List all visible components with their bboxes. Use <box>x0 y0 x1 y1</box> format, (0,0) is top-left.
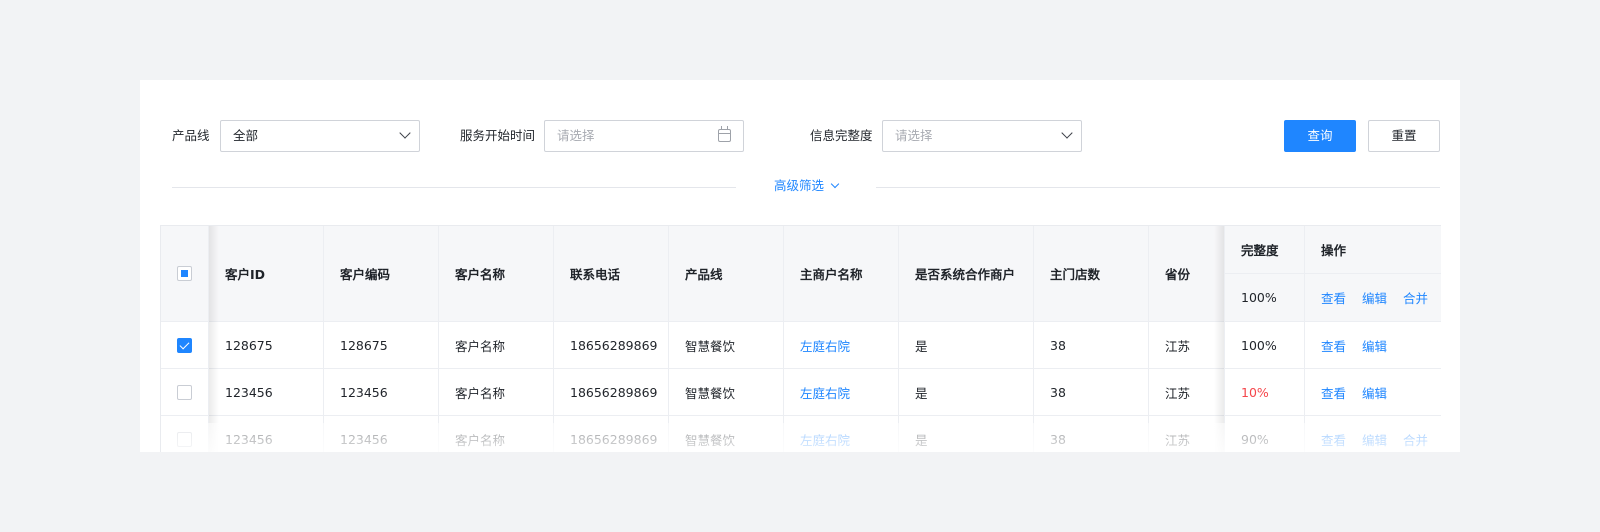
info-completeness-placeholder: 请选择 <box>895 128 933 143</box>
cell-product-line: 智慧餐饮 <box>669 369 784 416</box>
cell-product-line: 智慧餐饮 <box>669 416 784 452</box>
row-checkbox[interactable] <box>177 337 192 353</box>
header-completeness-value: 100% <box>1225 274 1305 322</box>
cell-province: 江苏 <box>1149 369 1225 416</box>
header-store-count[interactable]: 主门店数 <box>1034 226 1149 322</box>
header-actions-cell: 查看 编辑 合并 <box>1305 274 1441 322</box>
cell-store-count: 38 <box>1034 416 1149 452</box>
chevron-down-icon <box>1061 127 1073 139</box>
info-completeness-label: 信息完整度 <box>810 128 873 143</box>
cell-customer-id: 123456 <box>209 416 324 452</box>
merchant-link[interactable]: 左庭右院 <box>800 336 850 355</box>
cell-store-count: 38 <box>1034 369 1149 416</box>
cell-customer-id: 123456 <box>209 369 324 416</box>
advanced-filter-label: 高级筛选 <box>774 178 825 193</box>
cell-phone: 18656289869 <box>554 369 669 416</box>
advanced-filter-toggle[interactable]: 高级筛选 <box>774 176 840 196</box>
merge-link[interactable]: 合并 <box>1403 430 1428 449</box>
cell-customer-code: 123456 <box>324 416 439 452</box>
view-link[interactable]: 查看 <box>1321 383 1346 402</box>
cell-product-line: 智慧餐饮 <box>669 322 784 369</box>
cell-merchant-name: 左庭右院 <box>784 322 899 369</box>
edit-link[interactable]: 编辑 <box>1362 336 1387 355</box>
cell-customer-name: 客户名称 <box>439 322 554 369</box>
edit-link[interactable]: 编辑 <box>1362 288 1387 307</box>
cell-customer-name: 客户名称 <box>439 369 554 416</box>
cell-is-partner: 是 <box>899 369 1034 416</box>
cell-customer-code: 128675 <box>324 322 439 369</box>
header-is-partner[interactable]: 是否系统合作商户 <box>899 226 1034 322</box>
edit-link[interactable]: 编辑 <box>1362 383 1387 402</box>
view-link[interactable]: 查看 <box>1321 336 1346 355</box>
cell-actions: 查看 编辑 <box>1305 369 1441 416</box>
cell-store-count: 38 <box>1034 322 1149 369</box>
cell-completeness: 100% <box>1225 322 1305 369</box>
header-customer-name[interactable]: 客户名称 <box>439 226 554 322</box>
reset-button[interactable]: 重置 <box>1368 120 1440 152</box>
divider <box>876 187 1440 188</box>
header-merchant-name[interactable]: 主商户名称 <box>784 226 899 322</box>
cell-actions: 查看 编辑 <box>1305 322 1441 369</box>
product-line-label: 产品线 <box>172 128 210 143</box>
divider <box>172 187 736 188</box>
header-phone[interactable]: 联系电话 <box>554 226 669 322</box>
cell-phone: 18656289869 <box>554 322 669 369</box>
view-link[interactable]: 查看 <box>1321 430 1346 449</box>
cell-phone: 18656289869 <box>554 416 669 452</box>
cell-is-partner: 是 <box>899 416 1034 452</box>
header-operation: 操作 <box>1305 226 1441 274</box>
view-link[interactable]: 查看 <box>1321 288 1346 307</box>
header-product-line[interactable]: 产品线 <box>669 226 784 322</box>
cell-completeness: 90% <box>1225 416 1305 452</box>
cell-actions: 查看 编辑 合并 <box>1305 416 1441 452</box>
row-checkbox[interactable] <box>177 431 192 447</box>
service-start-placeholder: 请选择 <box>557 128 595 143</box>
cell-province: 江苏 <box>1149 322 1225 369</box>
table-row <box>161 369 209 416</box>
customer-table: 客户ID 客户编码 客户名称 联系电话 产品线 主商户名称 是否系统合作商户 主… <box>160 225 1441 452</box>
merchant-link[interactable]: 左庭右院 <box>800 430 850 449</box>
row-checkbox[interactable] <box>177 384 192 400</box>
cell-merchant-name: 左庭右院 <box>784 369 899 416</box>
product-line-value: 全部 <box>233 128 259 143</box>
merge-link[interactable]: 合并 <box>1403 288 1428 307</box>
cell-completeness: 10% <box>1225 369 1305 416</box>
header-completeness[interactable]: 完整度 <box>1225 226 1305 274</box>
chevron-down-icon <box>830 179 840 189</box>
header-select-all-cell <box>161 226 209 322</box>
table-row <box>161 322 209 369</box>
service-start-label: 服务开始时间 <box>460 128 536 143</box>
table-row <box>161 416 209 452</box>
cell-is-partner: 是 <box>899 322 1034 369</box>
product-line-select[interactable]: 全部 <box>220 120 420 152</box>
select-all-checkbox[interactable] <box>177 266 192 281</box>
cell-customer-code: 123456 <box>324 369 439 416</box>
cell-merchant-name: 左庭右院 <box>784 416 899 452</box>
calendar-icon <box>718 126 731 142</box>
cell-customer-id: 128675 <box>209 322 324 369</box>
info-completeness-select[interactable]: 请选择 <box>882 120 1082 152</box>
header-customer-code[interactable]: 客户编码 <box>324 226 439 322</box>
query-button[interactable]: 查询 <box>1284 120 1356 152</box>
cell-province: 江苏 <box>1149 416 1225 452</box>
service-start-date-picker[interactable]: 请选择 <box>544 120 744 152</box>
merchant-link[interactable]: 左庭右院 <box>800 383 850 402</box>
edit-link[interactable]: 编辑 <box>1362 430 1387 449</box>
cell-customer-name: 客户名称 <box>439 416 554 452</box>
header-customer-id[interactable]: 客户ID <box>209 226 324 322</box>
header-province[interactable]: 省份 <box>1149 226 1225 322</box>
chevron-down-icon <box>399 127 411 139</box>
